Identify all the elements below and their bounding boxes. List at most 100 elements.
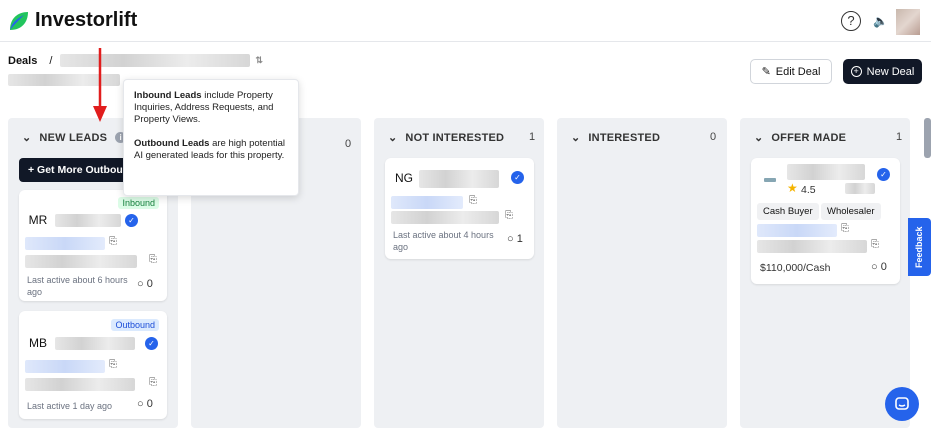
lead-card[interactable]: NG ✓ ⎘ ⎘ Last active about 4 hours ago ○… bbox=[385, 158, 534, 259]
column-offer-made: ⌄ OFFER MADE 1 ✓ ★ 4.5 Cash Buyer Wholes… bbox=[740, 118, 910, 428]
breadcrumb-separator: / bbox=[49, 54, 53, 67]
buyer-card[interactable]: ✓ ★ 4.5 Cash Buyer Wholesaler ⎘ ⎘ $110,0… bbox=[751, 158, 900, 284]
tag-cash-buyer: Cash Buyer bbox=[757, 203, 819, 220]
app-name: Investorlift bbox=[35, 9, 138, 31]
column-count: 0 bbox=[710, 131, 717, 143]
verified-icon: ✓ bbox=[145, 337, 158, 350]
inbound-badge: Inbound bbox=[118, 197, 159, 209]
comment-count-value: 0 bbox=[880, 261, 887, 273]
last-active-text: Last active about 4 hours ago bbox=[393, 230, 494, 252]
comment-count-value: 0 bbox=[146, 278, 153, 290]
lead-phone-redacted bbox=[25, 237, 105, 250]
new-deal-label: New Deal bbox=[866, 65, 915, 78]
speaker-icon[interactable]: 🔈 bbox=[873, 14, 888, 28]
comment-count[interactable]: ○ 0 bbox=[137, 278, 153, 290]
column-count: 0 bbox=[345, 138, 352, 150]
lead-initials: MR bbox=[28, 213, 48, 227]
new-deal-button[interactable]: + New Deal bbox=[843, 59, 922, 84]
column-not-interested: ⌄ NOT INTERESTED 1 NG ✓ ⎘ ⎘ Last active … bbox=[374, 118, 544, 428]
column-header[interactable]: ⌄ INTERESTED bbox=[571, 131, 661, 145]
board-scrollbar[interactable] bbox=[924, 118, 931, 158]
copy-icon[interactable]: ⎘ bbox=[109, 236, 117, 247]
tooltip-inbound: Inbound Leads include Property Inquiries… bbox=[134, 90, 288, 126]
column-title: NEW LEADS bbox=[39, 131, 108, 144]
tooltip-outbound: Outbound Leads are high potential AI gen… bbox=[134, 138, 288, 162]
top-header: Investorlift ? 🔈 bbox=[0, 0, 931, 42]
chat-launcher-button[interactable] bbox=[885, 387, 919, 421]
outbound-badge: Outbound bbox=[111, 319, 159, 331]
comment-icon: ○ bbox=[137, 398, 144, 410]
chat-icon bbox=[895, 397, 909, 410]
lead-phone-redacted bbox=[25, 360, 105, 373]
breadcrumb-deals[interactable]: Deals bbox=[8, 55, 37, 67]
feedback-tab[interactable]: Feedback bbox=[908, 218, 931, 276]
comment-count[interactable]: ○ 1 bbox=[507, 233, 523, 245]
verified-icon: ✓ bbox=[125, 214, 138, 227]
chevron-down-icon: ⌄ bbox=[754, 132, 764, 144]
column-interested: ⌄ INTERESTED 0 bbox=[557, 118, 727, 428]
buyer-rating: 4.5 bbox=[801, 184, 816, 196]
verified-icon: ✓ bbox=[877, 168, 890, 181]
verified-icon: ✓ bbox=[511, 171, 524, 184]
red-arrow-annotation bbox=[93, 48, 107, 122]
app-logo[interactable]: Investorlift bbox=[8, 9, 137, 32]
copy-icon[interactable]: ⎘ bbox=[109, 359, 117, 370]
column-header[interactable]: ⌄ OFFER MADE bbox=[754, 131, 847, 145]
comment-count-value: 0 bbox=[146, 398, 153, 410]
company-logo-icon bbox=[764, 178, 776, 182]
breadcrumb-deal-name-redacted bbox=[60, 54, 251, 67]
lead-name-redacted bbox=[55, 214, 121, 227]
lead-name-redacted bbox=[419, 170, 499, 188]
lead-initials: MB bbox=[29, 336, 47, 350]
column-count: 1 bbox=[529, 131, 536, 143]
lead-card[interactable]: Inbound MR ✓ ⎘ ⎘ Last active about 6 hou… bbox=[19, 190, 167, 301]
chevron-down-icon: ⌄ bbox=[571, 132, 581, 144]
buyer-name-redacted bbox=[787, 164, 865, 180]
copy-icon[interactable]: ⎘ bbox=[505, 210, 513, 221]
column-header[interactable]: ⌄ NOT INTERESTED bbox=[388, 131, 505, 145]
plus-circle-icon: + bbox=[850, 66, 862, 77]
copy-icon[interactable]: ⎘ bbox=[149, 377, 157, 388]
copy-icon[interactable]: ⎘ bbox=[871, 239, 879, 250]
chevron-updown-icon[interactable]: ⇅ bbox=[255, 55, 263, 66]
lead-email-redacted bbox=[391, 211, 499, 224]
edit-deal-label: Edit Deal bbox=[775, 65, 821, 78]
buyer-phone-redacted bbox=[757, 224, 837, 237]
pencil-icon: ✎ bbox=[761, 66, 771, 78]
last-active-text: Last active 1 day ago bbox=[27, 401, 113, 411]
leaf-logo-icon bbox=[10, 11, 28, 30]
tag-wholesaler: Wholesaler bbox=[821, 203, 881, 220]
column-title: OFFER MADE bbox=[771, 131, 847, 144]
buyer-detail-redacted bbox=[845, 183, 875, 194]
column-title: INTERESTED bbox=[588, 131, 661, 144]
copy-icon[interactable]: ⎘ bbox=[469, 195, 477, 206]
copy-icon[interactable]: ⎘ bbox=[149, 254, 157, 265]
column-title: NOT INTERESTED bbox=[405, 131, 505, 144]
comment-count[interactable]: ○ 0 bbox=[137, 398, 153, 410]
column-header[interactable]: ⌄ NEW LEADS i bbox=[22, 131, 127, 144]
last-active-text: Last active about 6 hours ago bbox=[27, 275, 128, 297]
lead-card[interactable]: Outbound MB ✓ ⎘ ⎘ Last active 1 day ago … bbox=[19, 311, 167, 419]
comment-icon: ○ bbox=[871, 261, 878, 273]
offer-amount: $110,000/Cash bbox=[760, 262, 831, 274]
copy-icon[interactable]: ⎘ bbox=[841, 223, 849, 234]
tooltip-inbound-title: Inbound Leads bbox=[134, 90, 202, 101]
lead-initials: NG bbox=[395, 171, 413, 185]
lead-name-redacted bbox=[55, 337, 135, 350]
star-icon: ★ bbox=[787, 181, 798, 195]
comment-icon: ○ bbox=[507, 233, 514, 245]
lead-email-redacted bbox=[25, 255, 137, 268]
comment-icon: ○ bbox=[137, 278, 144, 290]
chevron-down-icon: ⌄ bbox=[388, 132, 398, 144]
comment-count-value: 1 bbox=[516, 233, 523, 245]
avatar[interactable] bbox=[896, 9, 920, 35]
buyer-email-redacted bbox=[757, 240, 867, 253]
tooltip-outbound-title: Outbound Leads bbox=[134, 138, 210, 149]
comment-count[interactable]: ○ 0 bbox=[871, 261, 887, 273]
get-more-outbound-label: + Get More Outbound bbox=[28, 164, 136, 176]
lead-phone-redacted bbox=[391, 196, 463, 209]
help-icon[interactable]: ? bbox=[841, 11, 861, 31]
chevron-down-icon: ⌄ bbox=[22, 132, 32, 144]
edit-deal-button[interactable]: ✎ Edit Deal bbox=[750, 59, 832, 84]
lead-email-redacted bbox=[25, 378, 135, 391]
